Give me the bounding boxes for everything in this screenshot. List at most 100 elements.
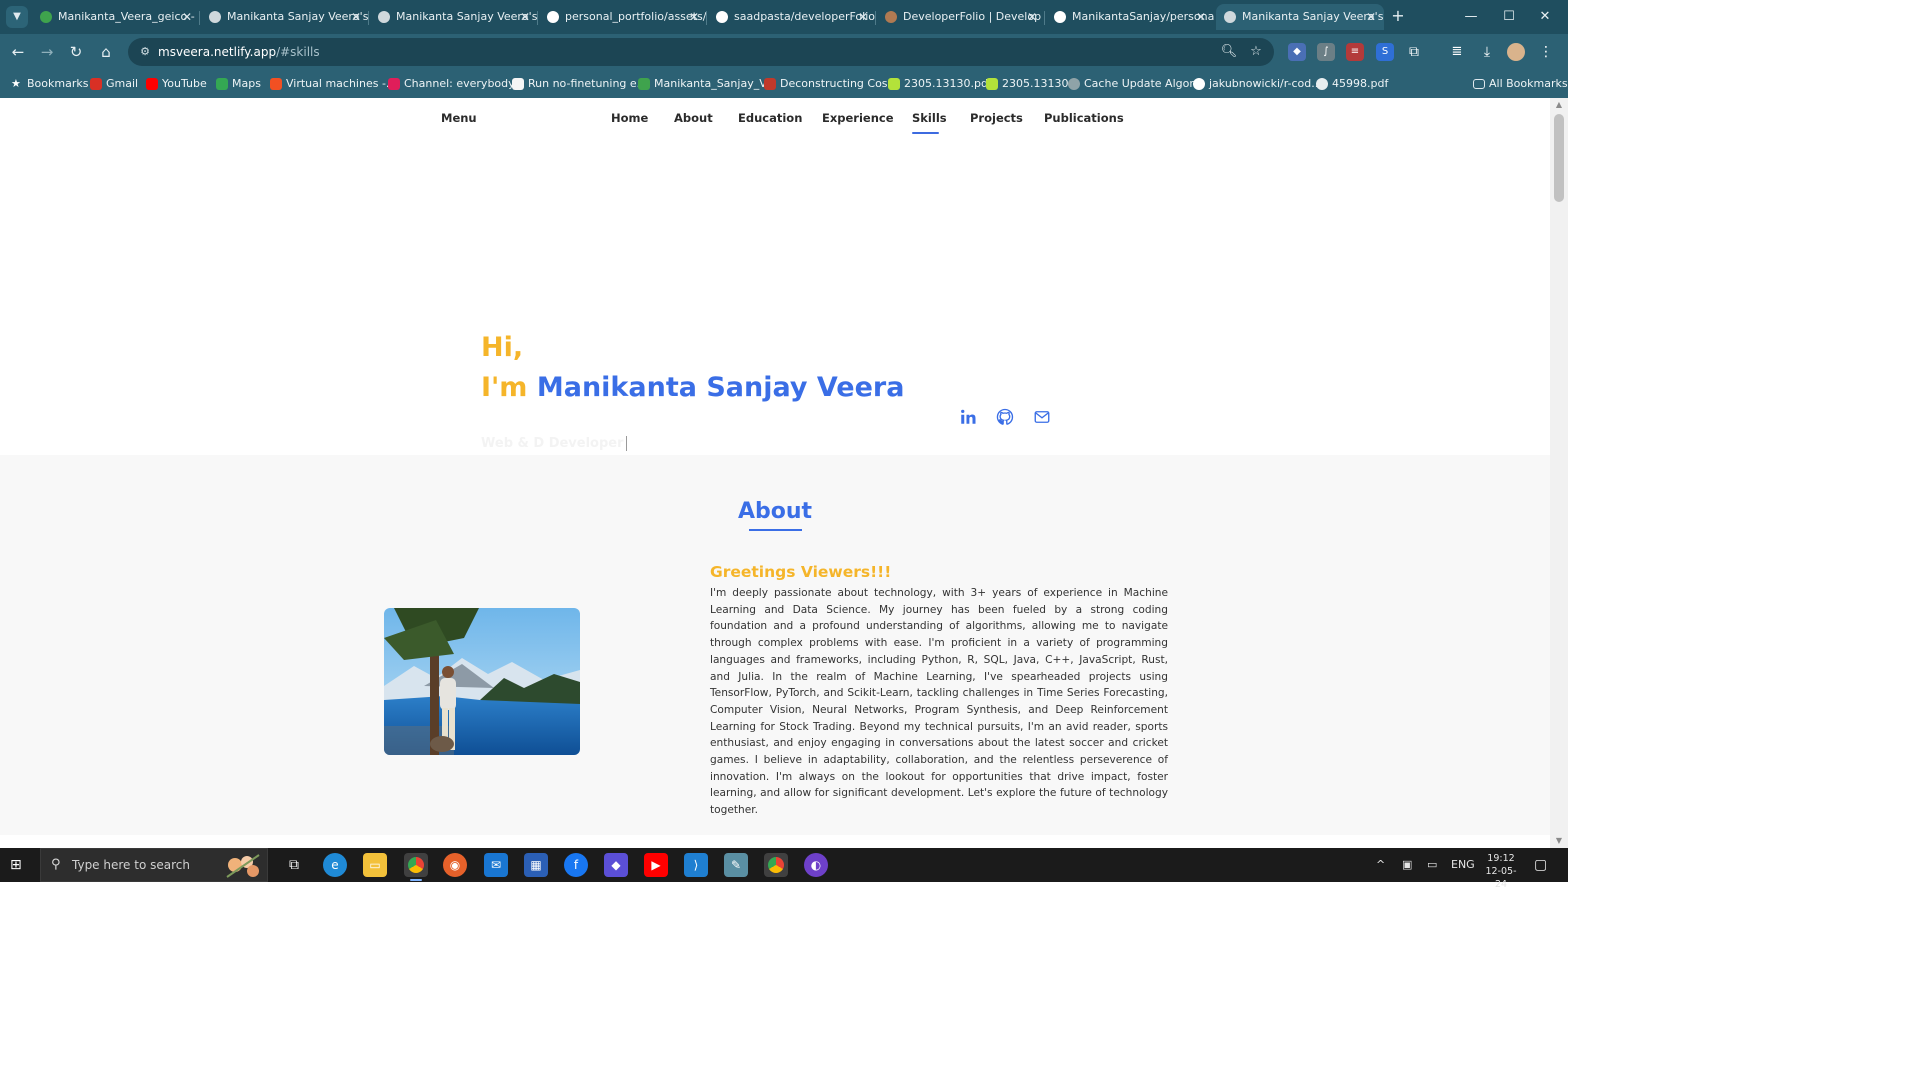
- microsoft-store-icon[interactable]: ▦: [524, 853, 548, 877]
- browser-tab[interactable]: saadpasta/developerFolio ✕: [708, 4, 876, 30]
- site-info-icon[interactable]: ⚙: [136, 43, 154, 61]
- bookmark-item[interactable]: Channel: everybody...: [388, 70, 524, 98]
- bookmark-item[interactable]: Run no-finetuning e...: [512, 70, 647, 98]
- close-tab-icon[interactable]: ✕: [1366, 4, 1376, 30]
- pdf-icon: [888, 78, 900, 90]
- email-icon[interactable]: [1033, 408, 1051, 426]
- home-icon[interactable]: ⌂: [95, 41, 117, 63]
- nav-experience[interactable]: Experience: [822, 111, 894, 125]
- github-icon[interactable]: [996, 408, 1014, 426]
- extension-shield-icon[interactable]: ◆: [1288, 43, 1306, 61]
- extension-flag-icon[interactable]: ≡: [1346, 43, 1364, 61]
- mail-icon[interactable]: ✉: [484, 853, 508, 877]
- browser-tab[interactable]: DeveloperFolio | Develop ✕: [877, 4, 1045, 30]
- tray-overflow-icon[interactable]: ^: [1376, 848, 1385, 882]
- scroll-down-icon[interactable]: ▼: [1550, 834, 1568, 848]
- typing-caret: [625, 436, 627, 451]
- notification-icon[interactable]: ▢: [1534, 848, 1547, 882]
- reading-list-icon[interactable]: ≣: [1448, 43, 1466, 61]
- youtube-icon[interactable]: ▶: [644, 853, 668, 877]
- nav-about[interactable]: About: [674, 111, 713, 125]
- extension-feather-icon[interactable]: ∫: [1317, 43, 1335, 61]
- address-bar[interactable]: ⚙ msveera.netlify.app/#skills 🔍︎ ☆: [128, 38, 1274, 66]
- tab-title: Manikanta Sanjay Veera's: [1242, 10, 1384, 23]
- github-icon: [1193, 78, 1205, 90]
- page-viewport: Menu Home About Education Experience Ski…: [0, 98, 1550, 848]
- page-scrollbar[interactable]: ▲ ▼: [1550, 98, 1568, 848]
- bookmark-item[interactable]: 45998.pdf: [1316, 70, 1388, 98]
- star-icon: ★: [11, 77, 21, 90]
- file-explorer-icon[interactable]: ▭: [363, 853, 387, 877]
- site-navbar: Menu Home About Education Experience Ski…: [0, 98, 1550, 142]
- nav-education[interactable]: Education: [738, 111, 802, 125]
- about-bio: I'm deeply passionate about technology, …: [710, 587, 1168, 817]
- bookmark-item[interactable]: Virtual machines -...: [270, 70, 396, 98]
- zoom-icon[interactable]: 🔍︎: [1220, 43, 1238, 61]
- browser-tab[interactable]: personal_portfolio/assets/ ✕: [539, 4, 707, 30]
- notepad-icon[interactable]: ✎: [724, 853, 748, 877]
- linkedin-icon[interactable]: [959, 408, 977, 426]
- vscode-icon[interactable]: ⟩: [684, 853, 708, 877]
- all-bookmarks[interactable]: All Bookmarks: [1473, 70, 1568, 98]
- bookmark-item[interactable]: Deconstructing Cosi...: [764, 70, 901, 98]
- firefox-icon[interactable]: ◉: [443, 853, 467, 877]
- facebook-icon[interactable]: f: [564, 853, 588, 877]
- extensions-puzzle-icon[interactable]: ⧉: [1405, 43, 1423, 61]
- close-tab-icon[interactable]: ✕: [351, 4, 361, 30]
- url-text[interactable]: msveera.netlify.app/#skills: [158, 38, 320, 66]
- close-tab-icon[interactable]: ✕: [858, 4, 868, 30]
- browser-tab[interactable]: Manikanta Sanjay Veera's ✕: [201, 4, 369, 30]
- copilot-icon[interactable]: ◆: [604, 853, 628, 877]
- bookmark-item[interactable]: Gmail: [90, 70, 138, 98]
- bookmark-item[interactable]: Manikanta_Sanjay_V...: [638, 70, 776, 98]
- browser-tab[interactable]: Manikanta_Veera_geico - ✕: [32, 4, 200, 30]
- close-tab-icon[interactable]: ✕: [689, 4, 699, 30]
- browser-tab[interactable]: Manikanta Sanjay Veera's ✕: [370, 4, 538, 30]
- reload-icon[interactable]: ↻: [65, 41, 87, 63]
- scrollbar-thumb[interactable]: [1554, 114, 1564, 202]
- clock-date: 12-05-24: [1485, 866, 1517, 890]
- back-icon[interactable]: ←: [7, 41, 29, 63]
- chrome-profile-icon[interactable]: [764, 853, 788, 877]
- bookmark-item[interactable]: jakubnowicki/r-cod...: [1193, 70, 1322, 98]
- task-view-icon[interactable]: ⧉: [282, 853, 306, 877]
- chrome-icon[interactable]: [404, 853, 428, 881]
- close-tab-icon[interactable]: ✕: [1027, 4, 1037, 30]
- language-indicator[interactable]: ENG: [1451, 848, 1475, 882]
- close-tab-icon[interactable]: ✕: [182, 4, 192, 30]
- system-clock[interactable]: 19:12 12-05-24: [1480, 852, 1522, 891]
- browser-tab[interactable]: ManikantaSanjay/persona ✕: [1046, 4, 1214, 30]
- extension-s-icon[interactable]: S: [1376, 43, 1394, 61]
- meet-now-icon[interactable]: ▣: [1402, 848, 1412, 882]
- scroll-up-icon[interactable]: ▲: [1550, 98, 1568, 112]
- bookmark-item[interactable]: 2305.13130: [986, 70, 1068, 98]
- nav-projects[interactable]: Projects: [970, 111, 1023, 125]
- close-tab-icon[interactable]: ✕: [520, 4, 530, 30]
- chatgpt-icon: [1068, 78, 1080, 90]
- forward-icon[interactable]: →: [36, 41, 58, 63]
- profile-avatar-icon[interactable]: [1507, 43, 1525, 61]
- nav-skills[interactable]: Skills: [912, 111, 947, 125]
- close-tab-icon[interactable]: ✕: [1196, 4, 1206, 30]
- browser-tab-active[interactable]: Manikanta Sanjay Veera's ✕: [1216, 4, 1384, 30]
- nav-home[interactable]: Home: [611, 111, 648, 125]
- new-tab-icon[interactable]: +: [1389, 7, 1407, 25]
- bookmark-item[interactable]: 2305.13130.pdf: [888, 70, 992, 98]
- windows-start-icon[interactable]: ⊞: [10, 857, 26, 873]
- more-menu-icon[interactable]: ⋮: [1537, 43, 1555, 61]
- bookmark-item[interactable]: Maps: [216, 70, 261, 98]
- nav-publications[interactable]: Publications: [1044, 111, 1124, 125]
- about-greeting: Greetings Viewers!!!: [710, 563, 892, 581]
- menu-button[interactable]: Menu: [441, 111, 477, 125]
- bookmark-item[interactable]: YouTube: [146, 70, 207, 98]
- bookmark-item[interactable]: ★ Bookmarks: [11, 70, 88, 98]
- download-icon[interactable]: ⤓: [1478, 43, 1496, 61]
- tab-search-icon[interactable]: ▼: [6, 6, 28, 28]
- edge-icon[interactable]: e: [323, 853, 347, 877]
- github-desktop-icon[interactable]: ◐: [804, 853, 828, 877]
- close-window-icon[interactable]: ✕: [1522, 0, 1568, 34]
- battery-icon[interactable]: ▭: [1427, 848, 1437, 882]
- bookmark-star-icon[interactable]: ☆: [1247, 43, 1265, 61]
- bookmark-item[interactable]: Cache Update Algor...: [1068, 70, 1203, 98]
- taskbar-search-box[interactable]: ⚲ Type here to search: [40, 848, 268, 882]
